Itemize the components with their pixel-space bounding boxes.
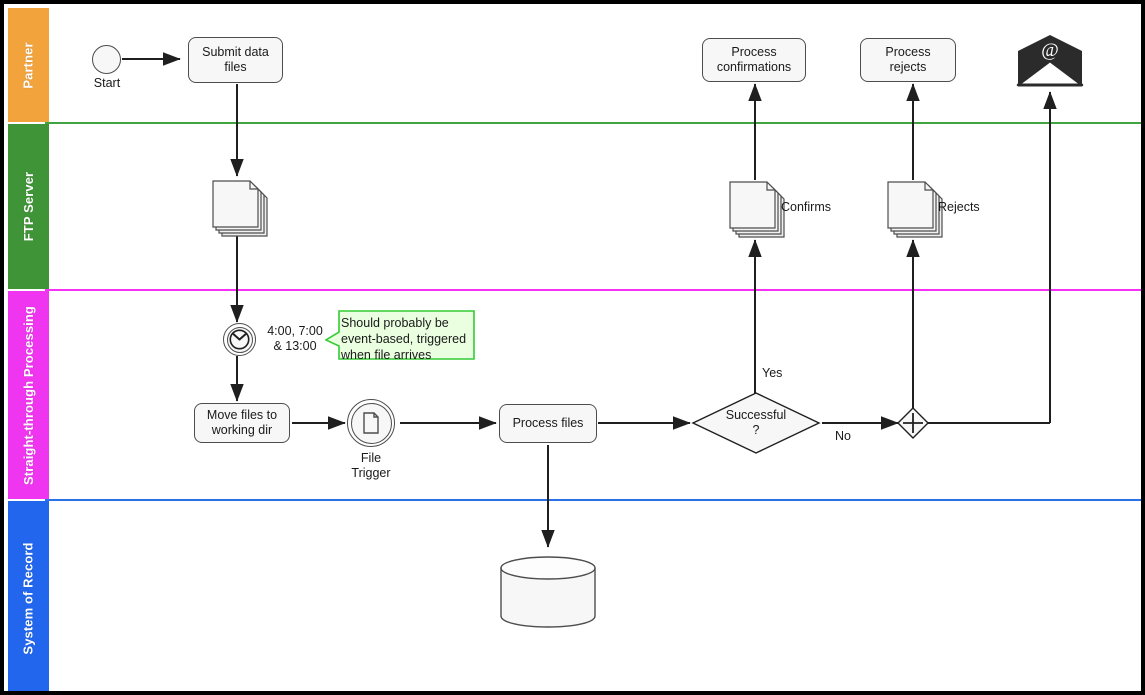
diagram-canvas: Partner FTP Server Straight-through Proc…: [0, 0, 1145, 695]
gateway-successful-label: Successful: [725, 408, 787, 422]
task-submit-data-files-label: Submit data files: [202, 45, 269, 74]
lane-label-system-of-record: System of Record: [21, 541, 37, 655]
gateway-successful[interactable]: Successful ?: [691, 392, 821, 454]
task-process-rejects[interactable]: Process rejects: [860, 38, 956, 82]
file-trigger-event[interactable]: [347, 399, 395, 447]
database-system-of-record: [500, 556, 596, 628]
lane-header-system-of-record: System of Record: [8, 501, 49, 691]
annotation-callout-text: Should probably be event-based, triggere…: [341, 316, 467, 362]
file-icon: [363, 412, 379, 434]
task-move-files-to-working-dir[interactable]: Move files to working dir: [194, 403, 290, 443]
data-object-rejects: [885, 177, 945, 239]
lane-label-straight-through-processing: Straight-through Processing: [21, 305, 36, 485]
data-object-confirms-label: Confirms: [781, 200, 832, 214]
email-notification-icon: @: [1014, 33, 1086, 89]
gateway-successful-label2: ?: [752, 423, 760, 437]
lane-label-partner: Partner: [21, 41, 37, 89]
lane-header-partner: Partner: [8, 8, 49, 122]
data-object-rejects-label: Rejects: [938, 200, 980, 214]
lane-label-ftp-server: FTP Server: [21, 171, 37, 242]
file-trigger-label: File Trigger: [351, 451, 391, 480]
gateway-successful-text: Successful ?: [692, 392, 820, 454]
timer-intermediate-event[interactable]: [223, 323, 256, 356]
gateway-parallel[interactable]: [897, 407, 929, 439]
lane-body-straight-through-processing: [49, 291, 1137, 499]
lane-straight-through-processing: Straight-through Processing: [8, 291, 1137, 499]
clock-icon: [229, 329, 250, 350]
data-object-confirms: [727, 177, 787, 239]
at-symbol: @: [1041, 40, 1059, 61]
start-event-label: Start: [93, 76, 121, 90]
task-move-files-label: Move files to working dir: [206, 408, 278, 437]
edge-label-yes: Yes: [762, 366, 783, 380]
task-process-confirmations-label: Process confirmations: [716, 45, 792, 74]
task-submit-data-files[interactable]: Submit data files: [188, 37, 283, 83]
lane-header-ftp-server: FTP Server: [8, 124, 49, 289]
task-process-rejects-label: Process rejects: [885, 45, 931, 74]
task-process-files-label: Process files: [512, 416, 584, 430]
lane-header-straight-through-processing: Straight-through Processing: [8, 291, 49, 499]
lane-partner: Partner: [8, 8, 1137, 122]
task-process-confirmations[interactable]: Process confirmations: [702, 38, 806, 82]
task-process-files[interactable]: Process files: [499, 404, 597, 443]
timer-schedule-label: 4:00, 7:00 & 13:00: [267, 324, 323, 353]
start-event[interactable]: [92, 45, 121, 74]
edge-label-no: No: [835, 429, 851, 443]
data-object-ftp-files: [210, 176, 270, 238]
annotation-callout: Should probably be event-based, triggere…: [325, 310, 475, 362]
